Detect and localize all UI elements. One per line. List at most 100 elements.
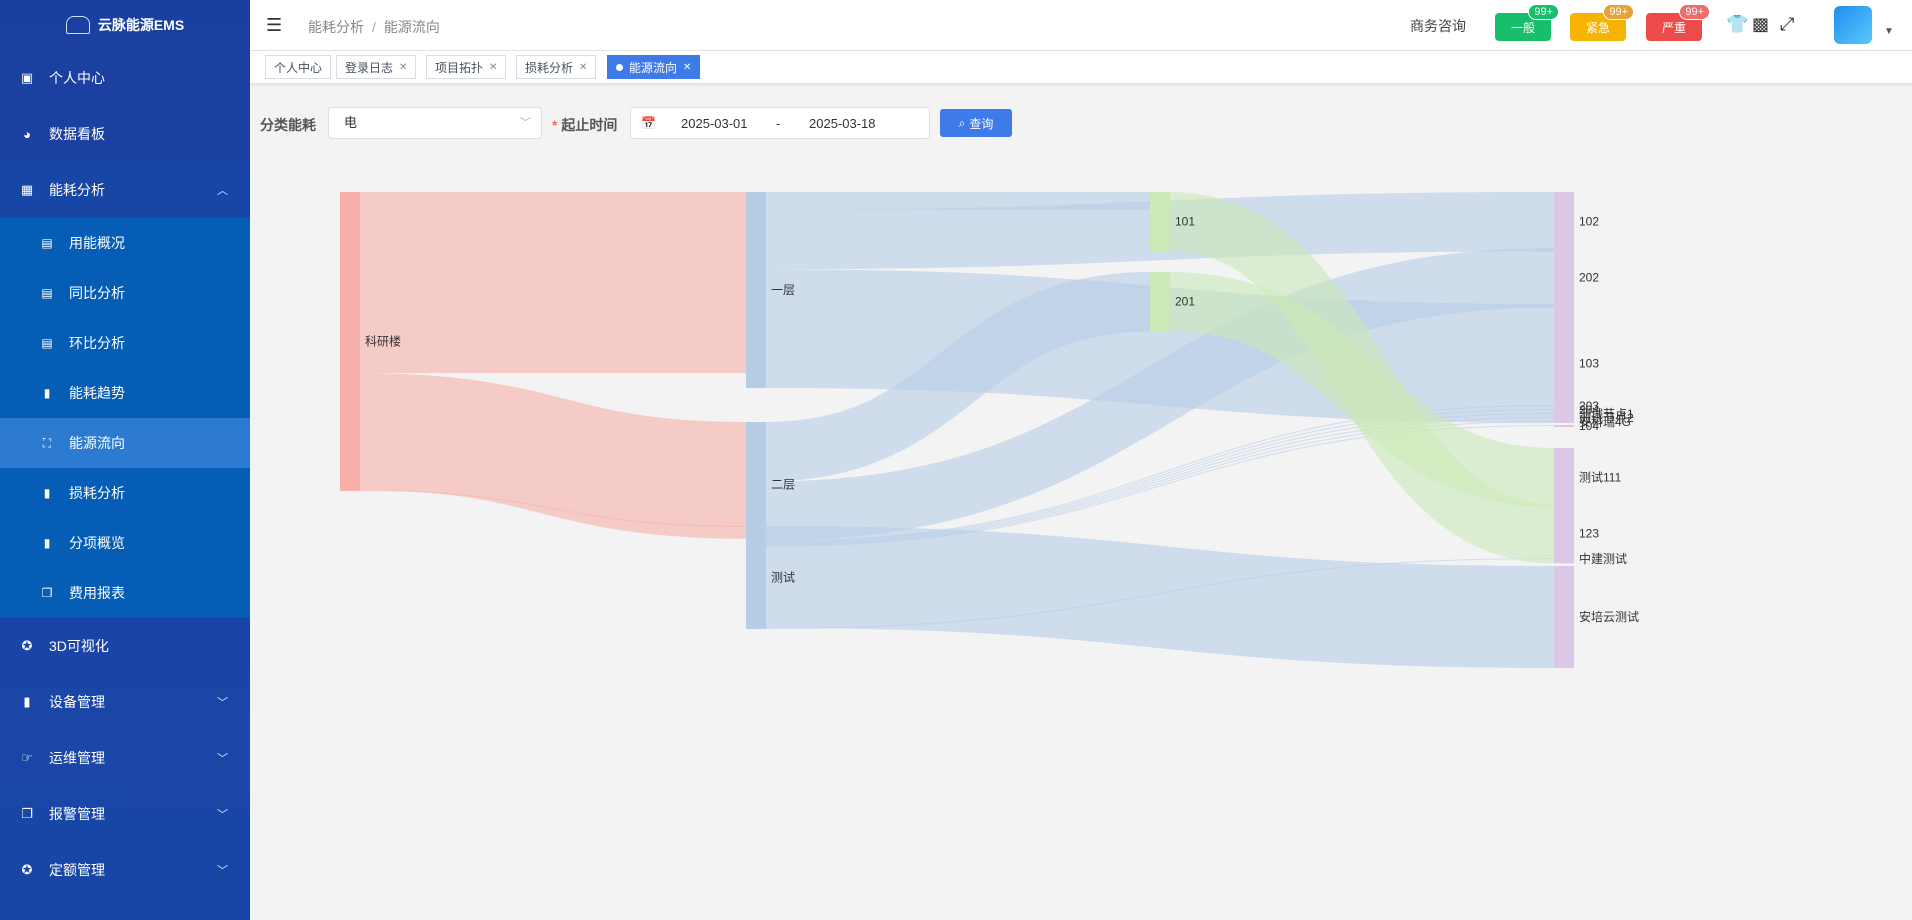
user-card-icon: ▣ [20, 70, 34, 85]
sidebar-item-label: 能源流向 [69, 435, 125, 451]
sidebar-item-cost-report[interactable]: ❐ 费用报表 [0, 568, 250, 618]
sankey-node[interactable] [1150, 272, 1170, 332]
sidebar: 云脉能源EMS ▣ 个人中心 ◕ 数据看板 ▦ 能耗分析 ︿ ▤ 用能概况 ▤ … [0, 0, 250, 920]
sankey-node[interactable] [746, 192, 766, 389]
business-consult-link[interactable]: 商务咨询 [1410, 16, 1466, 36]
sidebar-item-personal-center[interactable]: ▣ 个人中心 [0, 50, 250, 106]
sidebar-item-3d-visual[interactable]: ✪ 3D可视化 [0, 618, 250, 674]
sidebar-item-energy-trend[interactable]: ▮ 能耗趋势 [0, 368, 250, 418]
tag-login-log[interactable]: 登录日志 ✕ [336, 55, 417, 79]
sankey-node-label: 102 [1579, 215, 1599, 229]
sankey-node[interactable] [1554, 304, 1574, 423]
sankey-node[interactable] [1554, 413, 1574, 415]
bar-chart-icon: ▮ [43, 486, 51, 500]
sidebar-item-ops-management[interactable]: ☞ 运维管理 ﹀ [0, 730, 250, 786]
avatar[interactable] [1834, 6, 1872, 44]
alarm-label: 紧急 [1585, 20, 1610, 35]
sankey-node-label: 测试111 [1579, 470, 1622, 485]
sidebar-item-energy-flow[interactable]: ⛶ 能源流向 [0, 418, 250, 468]
sankey-node[interactable] [1554, 504, 1574, 564]
breadcrumb: 能耗分析 / 能源流向 [308, 17, 440, 37]
sidebar-item-device-management[interactable]: ▮ 设备管理 ﹀ [0, 674, 250, 730]
sidebar-item-loss-analysis[interactable]: ▮ 损耗分析 [0, 468, 250, 518]
tag-loss-analysis[interactable]: 损耗分析 ✕ [516, 55, 597, 79]
sankey-node[interactable] [1554, 421, 1574, 423]
breadcrumb-item[interactable]: 能耗分析 [308, 19, 364, 35]
alarm-severe-button[interactable]: 严重 99+ [1646, 4, 1710, 41]
close-icon[interactable]: ✕ [683, 62, 691, 73]
chevron-down-icon: ﹀ [217, 753, 228, 765]
sankey-node[interactable] [1554, 248, 1574, 308]
sankey-link[interactable] [359, 373, 747, 539]
sidebar-item-label: 能耗趋势 [69, 385, 125, 401]
sidebar-item-label: 3D可视化 [49, 638, 109, 654]
time-label: * 起止时间 [552, 115, 617, 135]
sankey-node[interactable] [1554, 558, 1574, 560]
sankey-node[interactable] [1554, 417, 1574, 419]
tag-energy-flow[interactable]: 能源流向 ✕ [607, 55, 701, 79]
tag-personal-center[interactable]: 个人中心 [265, 55, 332, 79]
close-icon[interactable]: ✕ [579, 62, 587, 73]
time-label-text: 起止时间 [561, 117, 618, 133]
table-icon: ▦ [20, 182, 34, 197]
sidebar-item-energy-analysis[interactable]: ▦ 能耗分析 ︿ [0, 162, 250, 218]
date-range-separator: - [776, 116, 781, 131]
theme-shirt-icon[interactable]: 👕 [1726, 14, 1748, 35]
sankey-link[interactable] [765, 269, 1555, 423]
sidebar-item-quota-management[interactable]: ✪ 定额管理 ﹀ [0, 842, 250, 898]
sankey-node[interactable] [1554, 448, 1574, 508]
close-icon[interactable]: ✕ [489, 62, 497, 73]
bar-chart-icon: ▮ [43, 386, 51, 400]
end-date-input[interactable]: 2025-03-18 [809, 116, 876, 131]
sidebar-item-yoy-analysis[interactable]: ▤ 同比分析 [0, 268, 250, 318]
chevron-down-icon: ﹀ [217, 697, 228, 709]
start-date-input[interactable]: 2025-03-01 [681, 116, 748, 131]
query-button[interactable]: ⌕ 查询 [940, 109, 1012, 137]
sankey-node[interactable] [746, 526, 766, 629]
sidebar-item-usage-overview[interactable]: ▤ 用能概况 [0, 218, 250, 268]
date-range-picker[interactable]: 📅 2025-03-01 - 2025-03-18 [630, 107, 930, 139]
sidebar-item-label: 定额管理 [49, 862, 105, 878]
qr-code-icon[interactable]: ▩ [1752, 14, 1769, 35]
sankey-node-label: 123 [1579, 527, 1599, 541]
logo[interactable]: 云脉能源EMS [0, 0, 250, 50]
sankey-node-label: 测试 [771, 569, 795, 584]
sankey-node[interactable] [1554, 405, 1574, 407]
sidebar-item-itemized-overview[interactable]: ▮ 分项概览 [0, 518, 250, 568]
tag-project-topology[interactable]: 项目拓扑 ✕ [426, 55, 507, 79]
sidebar-item-mom-analysis[interactable]: ▤ 环比分析 [0, 318, 250, 368]
energy-flow-sankey-chart: 科研楼一层二层测试101201102202103203204测试节点1测试节点2… [340, 191, 1639, 668]
sidebar-item-alarm-management[interactable]: ❐ 报警管理 ﹀ [0, 786, 250, 842]
fullscreen-icon[interactable]: ⤢ [1780, 14, 1794, 35]
sankey-node-label: 科研楼 [365, 333, 401, 348]
sankey-node[interactable] [1554, 192, 1574, 252]
chevron-up-icon: ︿ [217, 185, 228, 197]
breadcrumb-separator: / [372, 19, 376, 35]
menu-toggle-icon[interactable]: ☰ [266, 15, 282, 36]
tree-icon: ⛶ [42, 435, 52, 450]
caret-down-icon[interactable]: ▼ [1884, 26, 1894, 37]
sidebar-item-label: 设备管理 [49, 694, 105, 710]
chevron-down-icon: ﹀ [520, 117, 531, 129]
sankey-node[interactable] [1554, 425, 1574, 427]
sankey-node[interactable] [1554, 566, 1574, 668]
alarm-count-badge: 99+ [1679, 4, 1710, 20]
category-select[interactable]: 电 ﹀ [328, 107, 542, 139]
active-dot-icon [616, 63, 623, 71]
alarm-urgent-button[interactable]: 紧急 99+ [1570, 4, 1634, 41]
sidebar-item-dashboard[interactable]: ◕ 数据看板 [0, 106, 250, 162]
sidebar-item-label: 报警管理 [49, 806, 105, 822]
sankey-node[interactable] [1554, 409, 1574, 411]
sankey-node-label: 104 [1579, 419, 1599, 433]
top-navbar: ☰ 能耗分析 / 能源流向 商务咨询 一般 99+ 紧急 99+ 严重 99+ 👕 … [250, 0, 1912, 51]
sankey-node[interactable] [340, 192, 360, 491]
bar-chart-icon: ▮ [23, 694, 31, 709]
category-label: 分类能耗 [260, 117, 316, 133]
sankey-node[interactable] [1150, 192, 1170, 252]
close-icon[interactable]: ✕ [399, 62, 407, 73]
alarm-label: 一般 [1510, 20, 1535, 35]
alarm-general-button[interactable]: 一般 99+ [1495, 4, 1559, 41]
alarm-count-badge: 99+ [1528, 4, 1559, 20]
sankey-link[interactable] [765, 526, 1555, 668]
sankey-node-label: 202 [1579, 271, 1599, 285]
